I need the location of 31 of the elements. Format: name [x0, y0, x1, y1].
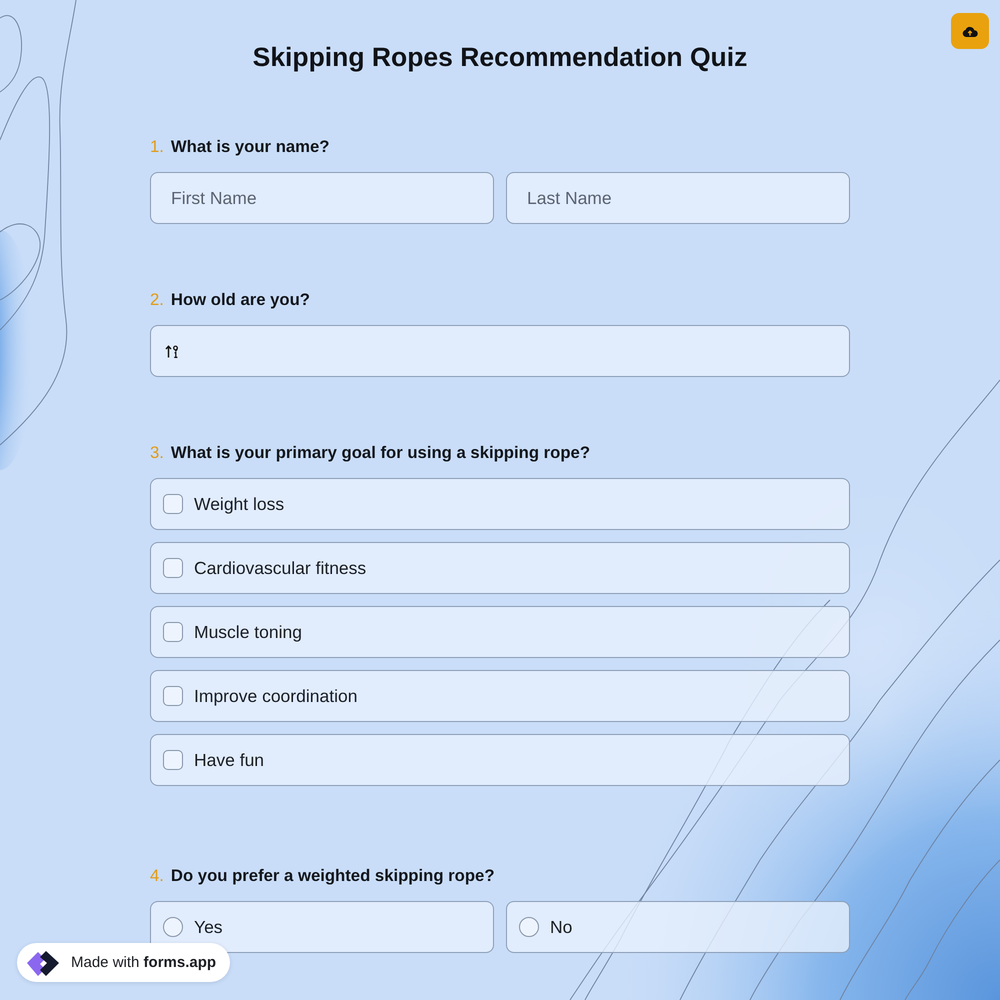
- checkbox[interactable]: [163, 494, 183, 514]
- text-input-field[interactable]: First Name: [150, 172, 494, 224]
- made-with-badge[interactable]: Made with forms.app: [17, 943, 230, 982]
- radio-option[interactable]: No: [506, 901, 850, 953]
- question-number: 3.: [150, 443, 164, 463]
- cloud-upload-icon: [962, 26, 978, 36]
- question-number: 4.: [150, 866, 164, 886]
- text-input-field[interactable]: Last Name: [506, 172, 850, 224]
- radio-button[interactable]: [519, 917, 539, 937]
- quiz-title: Skipping Ropes Recommendation Quiz: [252, 41, 748, 73]
- number-sort-icon: [165, 344, 179, 358]
- upload-button[interactable]: [951, 13, 989, 49]
- question-text: What is your primary goal for using a skipping rope?: [170, 443, 590, 463]
- badge-text: Made with forms.app: [71, 954, 216, 971]
- number-input-field[interactable]: [150, 325, 850, 377]
- checkbox-option[interactable]: Cardiovascular fitness: [150, 542, 850, 594]
- checkbox-option[interactable]: Weight loss: [150, 478, 850, 530]
- radio-button[interactable]: [163, 917, 183, 937]
- checkbox[interactable]: [163, 558, 183, 578]
- checkbox-option[interactable]: Improve coordination: [150, 670, 850, 722]
- question-text: How old are you?: [170, 290, 310, 310]
- question-text: What is your name?: [170, 137, 330, 157]
- question-number: 1.: [150, 137, 164, 157]
- question-text: Do you prefer a weighted skipping rope?: [170, 866, 495, 886]
- checkbox-option[interactable]: Have fun: [150, 734, 850, 786]
- checkbox[interactable]: [163, 622, 183, 642]
- checkbox-option[interactable]: Muscle toning: [150, 606, 850, 658]
- checkbox[interactable]: [163, 750, 183, 770]
- checkbox[interactable]: [163, 686, 183, 706]
- question-number: 2.: [150, 290, 164, 310]
- radio-option[interactable]: Yes: [150, 901, 494, 953]
